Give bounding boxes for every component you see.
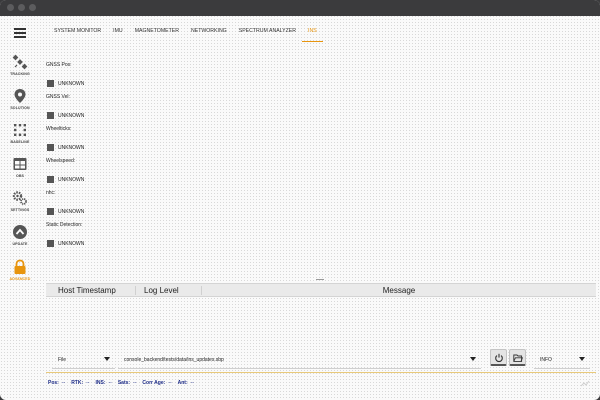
field-value: UNKNOWN — [58, 80, 85, 87]
status-value: -- — [61, 380, 66, 386]
up-arrow-icon — [13, 225, 27, 239]
power-icon — [495, 353, 503, 362]
field-label: Wheelspeed: — [46, 158, 76, 164]
log-level-value: INFO — [540, 357, 552, 363]
status-bar: Pos: -- RTK: -- INS: -- Sats: -- Corr Age: --… — [48, 380, 200, 388]
field-value: UNKNOWN — [58, 112, 85, 119]
ins-status-panel: GNSS Pos: UNKNOWN GNSS Vel: UNKNOWN Whee… — [46, 62, 346, 254]
table-icon — [13, 158, 27, 170]
status-indicator — [47, 240, 54, 247]
sidebar-label: OBS — [15, 174, 25, 178]
column-log-level[interactable]: Log Level — [136, 285, 202, 295]
status-indicator — [47, 208, 54, 215]
ins-field: GNSS Pos: UNKNOWN — [46, 62, 346, 94]
app-window: TRACKING SOLUTION BASELINE OBS SETTINGS … — [0, 0, 600, 400]
tab-spectrum-analyzer[interactable]: SPECTRUM ANALYZER — [233, 22, 302, 42]
status-indicator — [47, 80, 54, 87]
status-label: RTK: — [71, 380, 84, 386]
tab-networking[interactable]: NETWORKING — [185, 22, 233, 42]
ins-field: Wheelspeed: UNKNOWN — [46, 158, 346, 190]
tab-ins[interactable]: INS — [302, 22, 323, 42]
status-value: -- — [190, 380, 194, 386]
open-file-button[interactable] — [509, 349, 526, 366]
splitter-handle[interactable] — [316, 279, 324, 281]
sidebar-item-baseline[interactable]: BASELINE — [0, 122, 40, 156]
sidebar-label: BASELINE — [10, 140, 30, 144]
satellite-icon — [12, 54, 28, 70]
status-label: Pos: — [48, 380, 59, 386]
sidebar-label: SOLUTION — [10, 106, 30, 110]
sidebar-item-obs[interactable]: OBS — [0, 156, 40, 190]
ins-field: Wheelticks: UNKNOWN — [46, 126, 346, 158]
sidebar-label: UPDATE — [12, 242, 28, 246]
field-label: nhc: — [46, 190, 56, 196]
sidebar: TRACKING SOLUTION BASELINE OBS SETTINGS … — [0, 16, 40, 296]
sidebar-item-tracking[interactable]: TRACKING — [0, 54, 40, 88]
log-table-header: Host Timestamp Log Level Message — [46, 283, 596, 297]
sidebar-label: TRACKING — [10, 72, 30, 76]
status-ins: INS: -- — [95, 380, 111, 388]
sidebar-item-update[interactable]: UPDATE — [0, 224, 40, 258]
status-ant: Ant: -- — [178, 380, 194, 388]
field-label: Wheelticks: — [46, 126, 72, 132]
chevron-down-icon — [470, 357, 476, 361]
field-label: GNSS Vel: — [46, 94, 70, 100]
status-value: -- — [86, 380, 90, 386]
tab-magnetometer[interactable]: MAGNETOMETER — [129, 22, 185, 42]
lock-icon — [14, 259, 26, 274]
map-pin-icon — [14, 89, 26, 103]
column-message[interactable]: Message — [202, 286, 596, 295]
connection-bar: File console_backend/tests/data/ins_upda… — [46, 347, 596, 373]
status-value: -- — [168, 380, 172, 386]
field-value: UNKNOWN — [58, 240, 85, 247]
file-path-select[interactable]: console_backend/tests/data/ins_updates.s… — [118, 349, 481, 369]
tab-imu[interactable]: IMU — [107, 22, 129, 42]
status-value: -- — [133, 380, 137, 386]
sidebar-label: ADVANCED — [9, 277, 31, 281]
field-label: GNSS Pos: — [46, 62, 72, 68]
field-label: Static Detection: — [46, 222, 83, 228]
status-rtk: RTK: -- — [71, 380, 89, 388]
source-select[interactable]: File — [52, 349, 115, 369]
field-value: UNKNOWN — [58, 176, 85, 183]
status-label: Ant: — [177, 380, 188, 386]
status-value: -- — [108, 380, 112, 386]
gear-icon — [12, 191, 27, 205]
status-indicator — [47, 112, 54, 119]
minimize-window-button[interactable] — [18, 4, 25, 11]
chevron-down-icon — [579, 357, 585, 361]
hamburger-menu-icon[interactable] — [14, 28, 26, 38]
title-bar — [0, 0, 600, 16]
connect-button[interactable] — [490, 349, 507, 366]
field-value: UNKNOWN — [58, 208, 85, 215]
chevron-down-icon — [104, 357, 110, 361]
tab-bar: SYSTEM MONITOR IMU MAGNETOMETER NETWORKI… — [48, 22, 323, 42]
status-sats: Sats: -- — [118, 380, 137, 388]
folder-open-icon — [513, 354, 523, 362]
column-host-timestamp[interactable]: Host Timestamp — [46, 285, 136, 295]
sidebar-label: SETTINGS — [10, 208, 30, 212]
status-label: INS: — [95, 380, 106, 386]
sidebar-item-advanced[interactable]: ADVANCED — [0, 259, 40, 293]
field-value: UNKNOWN — [58, 144, 85, 151]
file-path-value: console_backend/tests/data/ins_updates.s… — [124, 357, 224, 363]
maximize-window-button[interactable] — [29, 4, 36, 11]
ins-field: Static Detection: UNKNOWN — [46, 222, 346, 254]
ins-field: nhc: UNKNOWN — [46, 190, 346, 222]
status-pos: Pos: -- — [48, 380, 65, 388]
signal-icon — [580, 380, 590, 387]
close-window-button[interactable] — [7, 4, 14, 11]
sidebar-item-settings[interactable]: SETTINGS — [0, 190, 40, 224]
status-label: Corr Age: — [142, 380, 166, 386]
status-indicator — [47, 144, 54, 151]
status-corr-age: Corr Age: -- — [142, 380, 171, 388]
status-indicator — [47, 176, 54, 183]
status-label: Sats: — [117, 380, 131, 386]
ins-field: GNSS Vel: UNKNOWN — [46, 94, 346, 126]
sidebar-item-solution[interactable]: SOLUTION — [0, 88, 40, 122]
log-level-select[interactable]: INFO — [534, 349, 590, 369]
tab-system-monitor[interactable]: SYSTEM MONITOR — [48, 22, 107, 42]
dot-grid-icon — [14, 124, 26, 136]
source-select-value: File — [58, 357, 67, 363]
